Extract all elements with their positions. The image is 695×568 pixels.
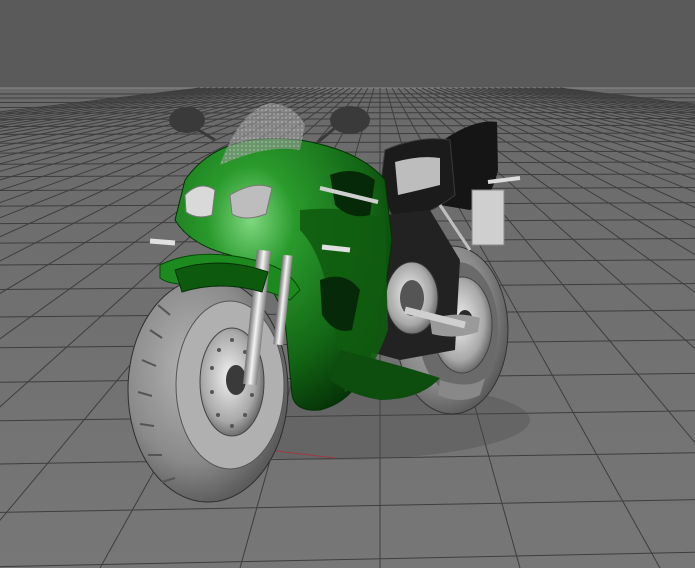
front-indicator-left	[149, 238, 176, 246]
3d-viewport[interactable]	[0, 0, 695, 568]
tail-light-box	[471, 189, 505, 246]
front-hub	[226, 365, 246, 395]
front-indicator-right	[321, 244, 351, 253]
viewport-canvas[interactable]	[0, 0, 695, 568]
viewport-background	[0, 0, 695, 88]
